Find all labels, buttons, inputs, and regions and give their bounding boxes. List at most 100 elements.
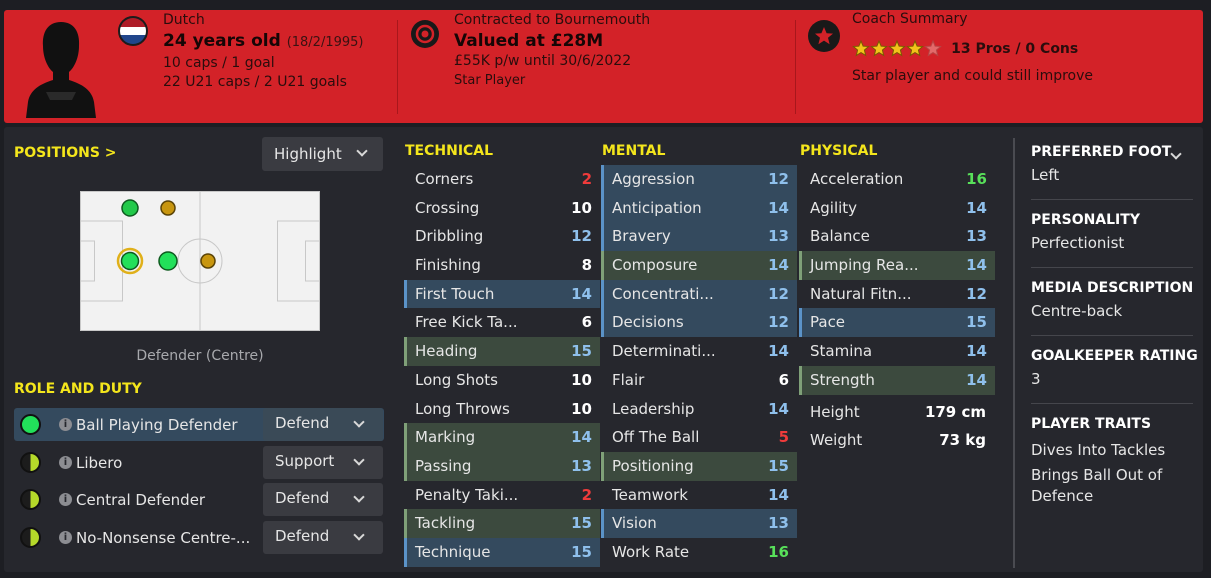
- info-icon[interactable]: i: [59, 493, 72, 506]
- attribute-value: 15: [571, 542, 592, 561]
- role-row[interactable]: i Ball Playing Defender Defend: [14, 408, 384, 441]
- attribute-value: 14: [768, 342, 789, 361]
- attribute-name: Free Kick Ta...: [415, 313, 518, 332]
- attribute-row[interactable]: Marking 14: [404, 423, 600, 452]
- attribute-row[interactable]: Crossing 10: [404, 194, 600, 223]
- attribute-row[interactable]: Natural Fitn... 12: [799, 280, 995, 309]
- attribute-row[interactable]: Aggression 12: [601, 165, 797, 194]
- attribute-value: 14: [966, 198, 987, 217]
- height-value: 179 cm: [924, 403, 986, 421]
- player-trait[interactable]: Dives Into Tackles: [1031, 440, 1193, 461]
- chevron-down-icon: [353, 491, 365, 503]
- attribute-value: 15: [966, 313, 987, 332]
- attribute-row[interactable]: Free Kick Ta... 6: [404, 308, 600, 337]
- attribute-row[interactable]: Teamwork 14: [601, 481, 797, 510]
- info-icon[interactable]: i: [59, 418, 72, 431]
- attribute-row[interactable]: Tackling 15: [404, 509, 600, 538]
- attribute-value: 14: [966, 342, 987, 361]
- attribute-value: 12: [966, 284, 987, 303]
- duty-dropdown[interactable]: Defend: [263, 521, 383, 554]
- duty-dropdown[interactable]: Defend: [263, 483, 383, 516]
- duty-dropdown[interactable]: Support: [263, 446, 383, 479]
- positions-title[interactable]: POSITIONS >: [14, 145, 117, 161]
- attribute-row[interactable]: Acceleration 16: [799, 165, 995, 194]
- role-row[interactable]: i No-Nonsense Centre-... Defend: [14, 521, 384, 554]
- attribute-name: Composure: [612, 256, 698, 275]
- attribute-row[interactable]: Work Rate 16: [601, 538, 797, 567]
- attribute-row[interactable]: Flair 6: [601, 366, 797, 395]
- wage-info: £55K p/w until 30/6/2022: [454, 53, 632, 69]
- attribute-row[interactable]: Concentrati... 12: [601, 279, 797, 309]
- attribute-value: 6: [778, 370, 789, 389]
- personality-value: Perfectionist: [1031, 234, 1125, 252]
- attribute-value: 14: [768, 399, 789, 418]
- date-of-birth: (18/2/1995): [286, 35, 364, 50]
- role-row[interactable]: i Libero Support: [14, 446, 384, 479]
- attribute-row[interactable]: Bravery 13: [601, 222, 797, 252]
- attribute-row[interactable]: First Touch 14: [404, 279, 600, 309]
- attribute-row[interactable]: Agility 14: [799, 194, 995, 223]
- attribute-name: Concentrati...: [612, 284, 714, 303]
- attribute-row[interactable]: Composure 14: [601, 251, 797, 280]
- attribute-row[interactable]: Leadership 14: [601, 395, 797, 424]
- attribute-row[interactable]: Finishing 8: [404, 251, 600, 280]
- attribute-row[interactable]: Anticipation 14: [601, 193, 797, 223]
- role-duty-title: ROLE AND DUTY: [14, 381, 142, 397]
- star-rating-icon: [852, 39, 942, 57]
- media-description-value: Centre-back: [1031, 302, 1123, 320]
- player-silhouette-icon: [26, 22, 96, 118]
- attribute-value: 16: [966, 170, 987, 188]
- attribute-row[interactable]: Penalty Taki... 2: [404, 481, 600, 510]
- attribute-row[interactable]: Off The Ball 5: [601, 423, 797, 452]
- club-badge-icon[interactable]: [411, 20, 439, 48]
- attribute-name: Pace: [810, 313, 846, 332]
- role-suitability-icon: [20, 414, 41, 435]
- weight-row: Weight 73 kg: [810, 431, 986, 449]
- physical-attributes: Acceleration 16 Agility 14 Balance 13 Jumping …: [799, 165, 995, 395]
- attribute-row[interactable]: Strength 14: [799, 365, 995, 395]
- star-full-icon: [888, 39, 906, 57]
- attribute-name: Long Throws: [415, 399, 510, 418]
- attribute-value: 14: [571, 428, 592, 447]
- attribute-row[interactable]: Vision 13: [601, 509, 797, 538]
- attribute-value: 12: [768, 313, 789, 332]
- technical-attributes: Corners 2 Crossing 10 Dribbling 12 Finishing 8 F…: [404, 165, 600, 567]
- player-trait[interactable]: Brings Ball Out of Defence: [1031, 465, 1193, 507]
- squad-status: Star Player: [454, 73, 526, 88]
- attribute-row[interactable]: Balance 13: [799, 222, 995, 251]
- coach-summary: Coach Summary 13 Pros / 0 Cons Star play…: [852, 10, 1093, 86]
- attribute-value: 13: [768, 227, 789, 246]
- info-separator: [1031, 267, 1193, 268]
- info-icon[interactable]: i: [59, 456, 72, 469]
- attribute-value: 14: [571, 284, 592, 303]
- attribute-row[interactable]: Heading 15: [404, 337, 600, 366]
- highlight-dropdown[interactable]: Highlight: [262, 137, 383, 171]
- attribute-row[interactable]: Decisions 12: [601, 308, 797, 338]
- role-row[interactable]: i Central Defender Defend: [14, 483, 384, 516]
- star-full-icon: [852, 39, 870, 57]
- info-icon[interactable]: i: [59, 531, 72, 544]
- player-age: 24 years old (18/2/1995): [163, 31, 364, 51]
- duty-dropdown[interactable]: Defend: [263, 408, 383, 441]
- attribute-row[interactable]: Long Throws 10: [404, 395, 600, 424]
- weight-value: 73 kg: [939, 431, 986, 449]
- attribute-name: Aggression: [612, 170, 695, 188]
- attribute-row[interactable]: Dribbling 12: [404, 222, 600, 251]
- technical-title: TECHNICAL: [405, 143, 494, 159]
- role-name: No-Nonsense Centre-...: [76, 529, 251, 547]
- attribute-row[interactable]: Positioning 15: [601, 451, 797, 481]
- attribute-name: Agility: [810, 198, 858, 217]
- attribute-value: 13: [768, 514, 789, 533]
- attribute-row[interactable]: Determinati... 14: [601, 337, 797, 366]
- attribute-row[interactable]: Jumping Rea... 14: [799, 251, 995, 280]
- contract-club[interactable]: Contracted to Bournemouth: [454, 11, 650, 30]
- coach-star-icon: [808, 20, 840, 52]
- preferred-foot[interactable]: PREFERRED FOOT Left: [1031, 144, 1193, 186]
- attribute-row[interactable]: Passing 13: [404, 451, 600, 481]
- attribute-row[interactable]: Long Shots 10: [404, 366, 600, 395]
- attribute-row[interactable]: Corners 2: [404, 165, 600, 194]
- attribute-name: Corners: [415, 170, 474, 188]
- attribute-row[interactable]: Technique 15: [404, 537, 600, 567]
- attribute-row[interactable]: Pace 15: [799, 308, 995, 338]
- attribute-row[interactable]: Stamina 14: [799, 337, 995, 366]
